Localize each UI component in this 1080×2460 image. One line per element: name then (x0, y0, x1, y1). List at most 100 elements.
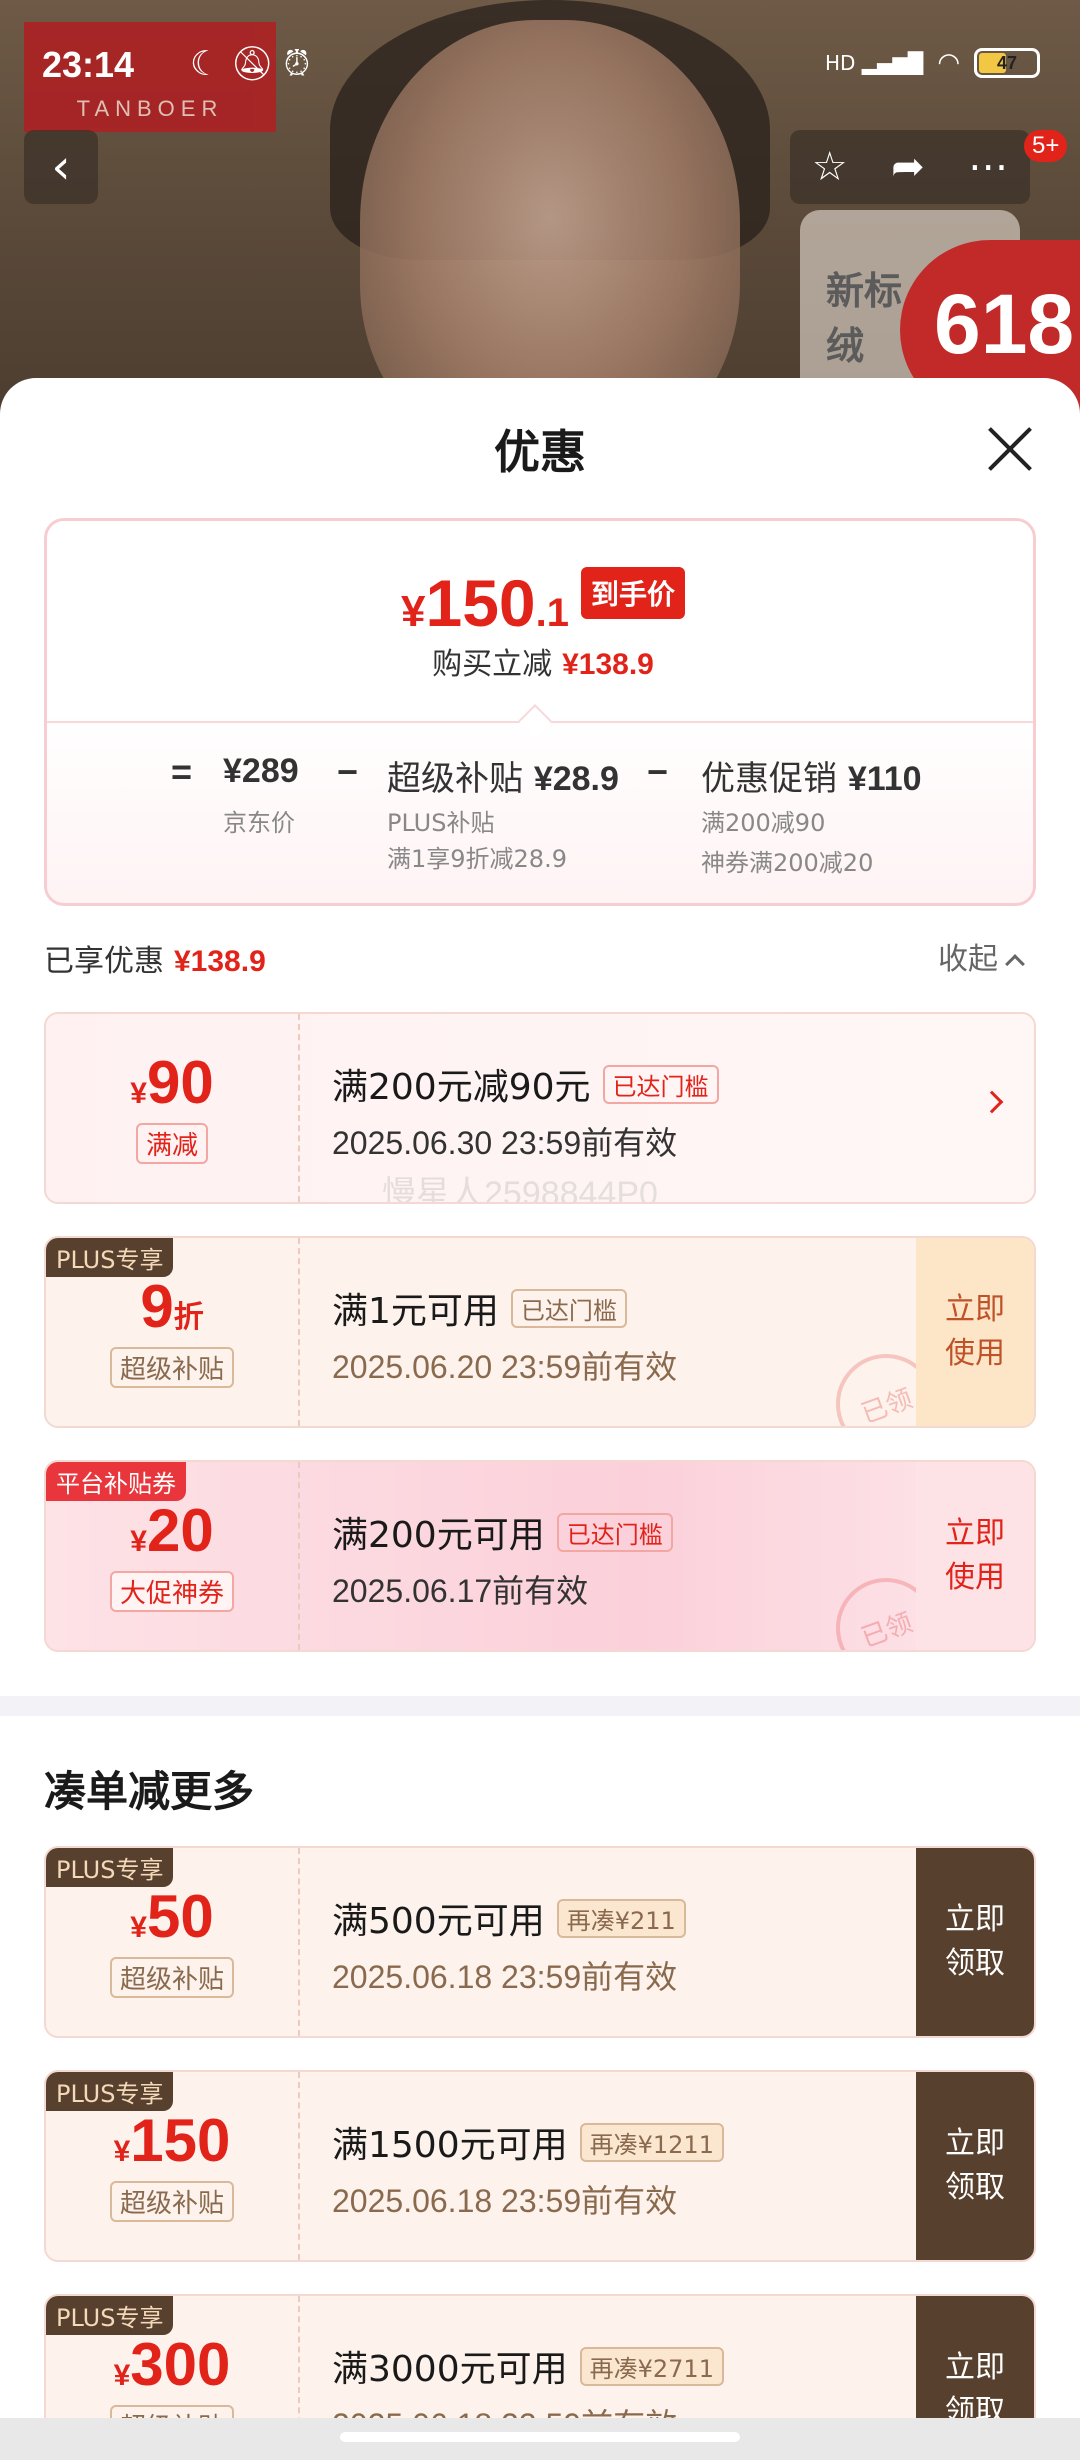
coupon-plus-150: ¥150 超级补贴 PLUS专享 满1500元可用 再凑¥1211 2025.06… (44, 2070, 1036, 2262)
coupon-body: 满500元可用 再凑¥211 2025.06.18 23:59前有效 (332, 1892, 686, 1998)
chevron-right-icon[interactable] (980, 1090, 1004, 1114)
battery-icon: 47 (974, 48, 1040, 78)
status-icons-left: ☾ 🔕︎ ⏰︎ (190, 44, 310, 84)
base-price-value: ¥289 (223, 752, 299, 790)
coupon-separator (298, 1848, 300, 2036)
chevron-up-icon (1005, 954, 1025, 974)
promo-value: ¥110 (847, 760, 922, 798)
section-divider (0, 1696, 1080, 1716)
mute-bell-icon: 🔕︎ (230, 44, 274, 84)
formula-equals: = (171, 751, 193, 792)
use-now-button[interactable]: 立即 使用 (916, 1238, 1034, 1426)
use-now-label: 立即 使用 (945, 1292, 1005, 1371)
enjoyed-value: ¥138.9 (174, 945, 266, 978)
coupon-condition: 满200元减90元 已达门槛 (332, 1058, 719, 1110)
price-summary-card: ¥150.1 到手价 购买立减 ¥138.9 = ¥289 京东价 − 超级补贴 … (44, 518, 1036, 906)
share-icon[interactable]: ➦ (891, 144, 925, 190)
promo-line-1: 满200减90 (701, 809, 826, 837)
coupon-amount: ¥20 (130, 1500, 213, 1561)
badge-618-text: 618 (934, 277, 1075, 371)
formula-minus-2: − (647, 751, 669, 792)
home-indicator[interactable] (0, 2418, 1080, 2460)
final-price: ¥150.1 (401, 565, 569, 641)
home-indicator-bar (340, 2432, 740, 2442)
coupon-amount: ¥90 (130, 1052, 213, 1113)
coupon-validity: 2025.06.17前有效 (332, 1573, 589, 1609)
coupon-stub: ¥90 满减 (46, 1014, 298, 1202)
subsidy-value: ¥28.9 (533, 760, 619, 798)
coupon-gap-badge: 再凑¥2711 (579, 2346, 724, 2386)
final-price-tag: 到手价 (580, 567, 685, 619)
more-icon[interactable]: ⋯ (968, 144, 1008, 190)
coupon-body: 满200元减90元 已达门槛 2025.06.30 23:59前有效 (332, 1058, 719, 1164)
claim-now-button[interactable]: 立即 领取 (916, 2072, 1034, 2260)
coupon-condition: 满1元可用 已达门槛 (332, 1282, 677, 1334)
status-time: 23:14 (42, 44, 135, 85)
status-icons-right: HD ▂▄▆█ ◠ 47 (825, 48, 1040, 78)
coupon-currency: ¥ (113, 2358, 131, 2392)
network-label: HD (824, 51, 856, 75)
claim-now-label: 立即 领取 (945, 1902, 1005, 1981)
coupon-body: 满200元可用 已达门槛 2025.06.17前有效 (332, 1506, 673, 1612)
status-bar: 23:14 ☾ 🔕︎ ⏰︎ HD ▂▄▆█ ◠ 47 (0, 0, 1080, 130)
coupon-validity: 2025.06.20 23:59前有效 (332, 1349, 678, 1385)
coupon-condition-text: 满500元可用 (332, 1901, 545, 1942)
claim-now-button[interactable]: 立即 领取 (916, 1848, 1034, 2036)
plus-exclusive-tag: PLUS专享 (46, 1238, 174, 1277)
coupon-amount: ¥300 (113, 2334, 231, 2395)
coupon-condition-text: 满3000元可用 (332, 2349, 568, 2390)
promo-line-2: 神券满200减20 (701, 849, 874, 877)
close-icon[interactable] (980, 418, 1040, 478)
final-price-currency: ¥ (401, 587, 426, 636)
star-icon[interactable]: ☆ (812, 144, 848, 190)
coupon-threshold-badge: 已达门槛 (510, 1288, 627, 1328)
final-price-integer: 150 (425, 566, 536, 640)
coupon-kind: 大促神券 (109, 1570, 234, 1612)
coupon-amount: ¥150 (114, 2110, 231, 2171)
more-coupons-title: 凑单减更多 (44, 1767, 255, 1816)
coupon-condition-text: 满1500元可用 (332, 2125, 568, 2166)
nav-action-group: ☆ ➦ ⋯ (790, 130, 1030, 204)
subsidy-line-2: 满1享9折减28.9 (387, 845, 567, 873)
subsidy-line-1: PLUS补贴 (387, 809, 495, 837)
coupon-separator (298, 1238, 300, 1426)
coupon-gap-badge: 再凑¥211 (556, 1898, 686, 1938)
coupon-validity: 2025.06.18 23:59前有效 (332, 1959, 678, 1995)
purchase-reduce-line: 购买立减 ¥138.9 (47, 639, 1033, 683)
coupon-plus-subsidy: 9折 超级补贴 PLUS专享 满1元可用 已达门槛 2025.06.20 23:5… (44, 1236, 1036, 1428)
coupon-amount-number: 300 (130, 2330, 231, 2398)
coupon-kind: 超级补贴 (109, 1346, 234, 1388)
coupon-kind: 超级补贴 (109, 2180, 234, 2222)
plus-exclusive-tag: PLUS专享 (46, 2072, 174, 2111)
coupon-body: 满1元可用 已达门槛 2025.06.20 23:59前有效 (332, 1282, 677, 1388)
coupon-validity: 2025.06.18 23:59前有效 (332, 2183, 678, 2219)
formula-minus-1: − (337, 751, 359, 792)
signal-icon: HD ▂▄▆█ (824, 51, 924, 75)
coupon-separator (298, 1462, 300, 1650)
use-now-label: 立即 使用 (945, 1516, 1005, 1595)
final-price-decimal: .1 (535, 591, 569, 635)
coupon-body: 满1500元可用 再凑¥1211 2025.06.18 23:59前有效 (332, 2116, 724, 2222)
coupon-amount-number: 50 (146, 1882, 214, 1950)
coupon-currency: ¥ (130, 1076, 147, 1110)
back-button[interactable]: ‹ (24, 130, 98, 204)
coupon-threshold-badge: 已达门槛 (556, 1512, 673, 1552)
coupon-amount-number: 90 (146, 1048, 214, 1116)
coupon-condition-text: 满200元减90元 (332, 1067, 591, 1108)
collapse-toggle[interactable]: 收起 (938, 934, 1025, 978)
coupon-condition-text: 满200元可用 (332, 1515, 545, 1556)
formula-promo: 优惠促销 ¥110 (701, 751, 922, 800)
coupon-full-reduction[interactable]: ¥90 满减 满200元减90元 已达门槛 2025.06.30 23:59前有效… (44, 1012, 1036, 1204)
plus-exclusive-tag: PLUS专享 (46, 1848, 174, 1887)
use-now-button[interactable]: 立即 使用 (916, 1462, 1034, 1650)
coupon-validity: 2025.06.30 23:59前有效 (332, 1125, 678, 1161)
coupon-gap-badge: 再凑¥1211 (579, 2122, 724, 2162)
reduce-value: ¥138.9 (562, 648, 654, 681)
platform-subsidy-tag: 平台补贴券 (46, 1462, 186, 1501)
price-formula: = ¥289 京东价 − 超级补贴 ¥28.9 PLUS补贴 满1享9折减28.… (47, 751, 1033, 891)
message-badge: 5+ (1024, 130, 1068, 162)
coupon-kind: 满减 (135, 1122, 208, 1164)
wifi-icon: ◠ (937, 48, 960, 78)
coupon-unit: 折 (173, 1300, 204, 1334)
coupon-condition: 满500元可用 再凑¥211 (332, 1892, 686, 1944)
